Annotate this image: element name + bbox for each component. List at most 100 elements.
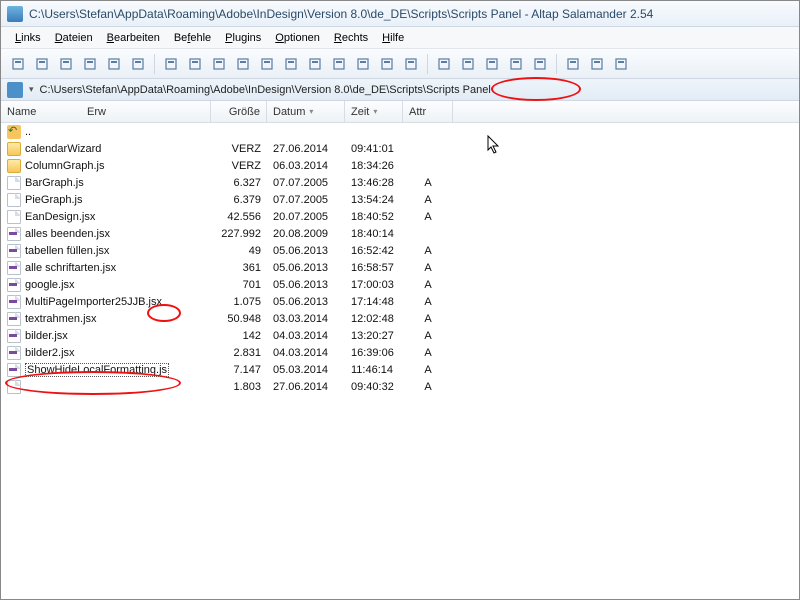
options-icon[interactable] <box>529 53 551 75</box>
table-row[interactable]: calendarWizardVERZ27.06.201409:41:01 <box>1 140 799 157</box>
file-size: 7.147 <box>211 364 267 376</box>
back-icon[interactable] <box>31 53 53 75</box>
file-date: 05.06.2013 <box>267 296 345 308</box>
table-row[interactable]: google.jsx70105.06.201317:00:03A <box>1 276 799 293</box>
new-folder-icon[interactable] <box>79 53 101 75</box>
file-date: 04.03.2014 <box>267 330 345 342</box>
refresh-icon[interactable] <box>127 53 149 75</box>
table-row[interactable]: ShowHideLocalFormatting.js7.14705.03.201… <box>1 361 799 378</box>
view-details-icon[interactable] <box>304 53 326 75</box>
menu-rechts[interactable]: Rechts <box>328 30 374 46</box>
tree-icon[interactable] <box>376 53 398 75</box>
extract-icon[interactable] <box>457 53 479 75</box>
file-name: google.jsx <box>25 279 75 291</box>
up-icon <box>7 125 21 139</box>
file-date: 07.07.2005 <box>267 194 345 206</box>
file-name: tabellen füllen.jsx <box>25 245 109 257</box>
table-row[interactable]: PieGraph.js6.37907.07.200513:54:24A <box>1 191 799 208</box>
file-time: 18:40:52 <box>345 211 403 223</box>
copy2-icon[interactable] <box>586 53 608 75</box>
path-bar[interactable]: ▾ C:\Users\Stefan\AppData\Roaming\Adobe\… <box>1 79 799 101</box>
table-row[interactable]: alle schriftarten.jsx36105.06.201316:58:… <box>1 259 799 276</box>
file-size: 142 <box>211 330 267 342</box>
clipboard-icon[interactable] <box>232 53 254 75</box>
drive-icon <box>7 82 23 98</box>
column-time[interactable]: Zeit <box>345 101 403 122</box>
column-date[interactable]: Datum <box>267 101 345 122</box>
file-attr: A <box>403 330 453 342</box>
file-attr: A <box>403 211 453 223</box>
column-headers: Name Erw Größe Datum Zeit Attr <box>1 101 799 123</box>
file-panel: ..calendarWizardVERZ27.06.201409:41:01Co… <box>1 123 799 395</box>
table-row[interactable]: BarGraph.js6.32707.07.200513:46:28A <box>1 174 799 191</box>
archive-icon[interactable] <box>433 53 455 75</box>
file-name: bilder.jsx <box>25 330 68 342</box>
column-attr[interactable]: Attr <box>403 101 453 122</box>
drive-icon[interactable] <box>7 53 29 75</box>
menu-optionen[interactable]: Optionen <box>269 30 326 46</box>
file-name: ShowHideLocalFormatting.js <box>25 363 169 377</box>
table-row[interactable]: bilder.jsx 14204.03.201413:20:27A <box>1 327 799 344</box>
copy-icon[interactable] <box>184 53 206 75</box>
file-attr: A <box>403 177 453 189</box>
table-row[interactable]: bilder2.jsx2.83104.03.201416:39:06A <box>1 344 799 361</box>
help-icon[interactable] <box>562 53 584 75</box>
column-name[interactable]: Name Erw <box>1 101 211 122</box>
menu-bar: LLinksinks Dateien Bearbeiten Befehle Pl… <box>1 27 799 49</box>
file-name: PieGraph.js <box>25 194 82 206</box>
file-date: 06.03.2014 <box>267 160 345 172</box>
menu-links[interactable]: LLinksinks <box>9 30 47 46</box>
filter-icon[interactable] <box>352 53 374 75</box>
file-icon <box>7 244 21 258</box>
disk-icon[interactable] <box>481 53 503 75</box>
file-date: 27.06.2014 <box>267 381 345 393</box>
table-row[interactable]: ColumnGraph.jsVERZ06.03.201418:34:26 <box>1 157 799 174</box>
table-row[interactable]: MultiPageImporter25JJB.jsx1.07505.06.201… <box>1 293 799 310</box>
table-row[interactable]: tabellen füllen.jsx4905.06.201316:52:42A <box>1 242 799 259</box>
menu-befehle[interactable]: Befehle <box>168 30 217 46</box>
file-icon <box>7 295 21 309</box>
properties-icon[interactable] <box>103 53 125 75</box>
table-row[interactable]: 1.80327.06.201409:40:32A <box>1 378 799 395</box>
table-row[interactable]: EanDesign.jsx42.55620.07.200518:40:52A <box>1 208 799 225</box>
file-attr: A <box>403 381 453 393</box>
file-icon <box>7 380 21 394</box>
annotation-path-circle <box>491 77 581 101</box>
file-size: 701 <box>211 279 267 291</box>
file-icon <box>7 312 21 326</box>
menu-bearbeiten[interactable]: Bearbeiten <box>101 30 166 46</box>
forward-icon[interactable] <box>55 53 77 75</box>
file-list[interactable]: ..calendarWizardVERZ27.06.201409:41:01Co… <box>1 123 799 395</box>
file-icon <box>7 278 21 292</box>
drive-dropdown-icon[interactable]: ▾ <box>29 84 34 95</box>
menu-dateien[interactable]: Dateien <box>49 30 99 46</box>
file-attr: A <box>403 347 453 359</box>
terminal-icon[interactable] <box>505 53 527 75</box>
columns-icon[interactable] <box>400 53 422 75</box>
app-icon <box>7 6 23 22</box>
menu-hilfe[interactable]: Hilfe <box>376 30 410 46</box>
parent-dir-row[interactable]: .. <box>1 123 799 140</box>
exit-icon[interactable] <box>610 53 632 75</box>
table-row[interactable]: textrahmen.jsx50.94803.03.201412:02:48A <box>1 310 799 327</box>
cut-icon[interactable] <box>160 53 182 75</box>
file-attr: A <box>403 194 453 206</box>
menu-plugins[interactable]: Plugins <box>219 30 267 46</box>
file-date: 20.08.2009 <box>267 228 345 240</box>
file-name: BarGraph.js <box>25 177 84 189</box>
file-time: 16:52:42 <box>345 245 403 257</box>
file-size: 50.948 <box>211 313 267 325</box>
column-size[interactable]: Größe <box>211 101 267 122</box>
file-time: 17:14:48 <box>345 296 403 308</box>
file-time: 13:20:27 <box>345 330 403 342</box>
file-icon <box>7 363 21 377</box>
file-time: 13:46:28 <box>345 177 403 189</box>
find-icon[interactable] <box>256 53 278 75</box>
file-date: 05.06.2013 <box>267 245 345 257</box>
sort-icon[interactable] <box>328 53 350 75</box>
file-time: 11:46:14 <box>345 364 403 376</box>
table-row[interactable]: alles beenden.jsx227.99220.08.200918:40:… <box>1 225 799 242</box>
paste-icon[interactable] <box>208 53 230 75</box>
view-list-icon[interactable] <box>280 53 302 75</box>
file-icon <box>7 227 21 241</box>
